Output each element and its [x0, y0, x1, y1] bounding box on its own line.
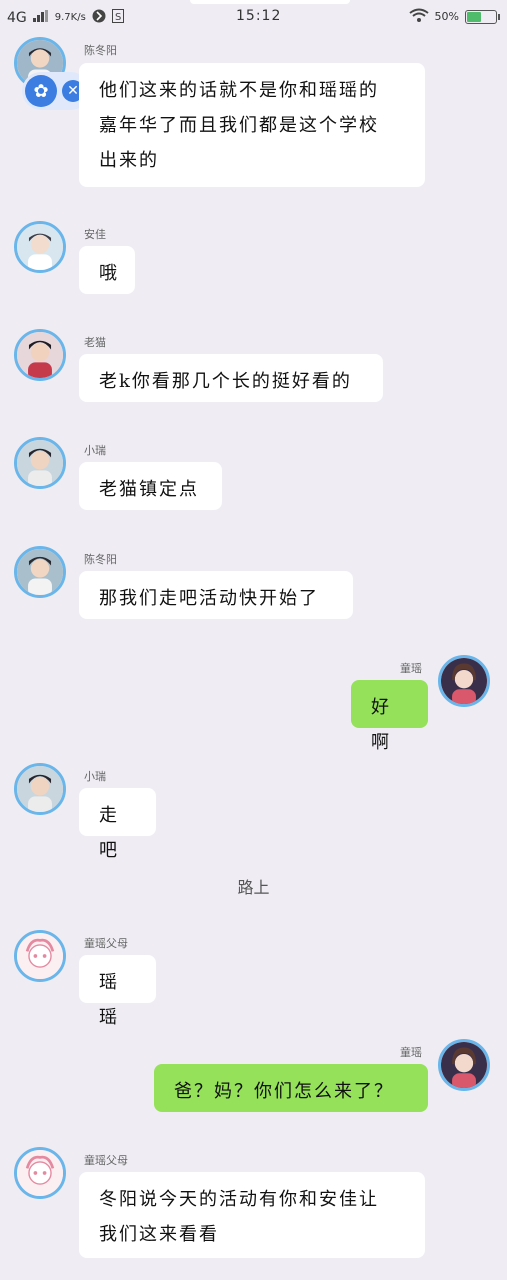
clock: 15:12: [236, 8, 282, 24]
message-line: 瑶瑶: [99, 972, 119, 1028]
avatar[interactable]: [14, 763, 66, 815]
message-bubble[interactable]: 老猫镇定点: [79, 462, 222, 510]
message-line: 老猫镇定点: [99, 479, 199, 500]
message-bubble[interactable]: 走吧: [79, 788, 156, 861]
avatar[interactable]: [438, 1039, 490, 1091]
message-line: 嘉年华了而且我们都是这个学校: [99, 115, 379, 136]
message-bubble[interactable]: 好啊: [351, 680, 428, 753]
battery-percent: 50%: [434, 10, 459, 23]
flower-icon[interactable]: ✿: [25, 75, 57, 107]
avatar[interactable]: [14, 329, 66, 381]
status-bar: 4G 9.7K/s S 15:12 50%: [0, 0, 507, 34]
avatar[interactable]: [14, 546, 66, 598]
signal-icon: [32, 10, 49, 25]
sender-name: 陈冬阳: [84, 553, 117, 566]
message-line: 他们这来的话就不是你和瑶瑶的: [99, 80, 379, 101]
network-indicator: 4G: [7, 9, 27, 26]
network-speed: 9.7K/s: [54, 12, 86, 23]
sender-name: 童瑶父母: [84, 1154, 128, 1167]
message-line: 老k你看那几个长的挺好看的: [99, 371, 352, 392]
message-line: 走吧: [99, 805, 119, 861]
message-line: 爸？妈？你们怎么来了？: [174, 1081, 394, 1102]
app-notification-icon: [92, 9, 106, 26]
message-bubble[interactable]: 老k你看那几个长的挺好看的: [79, 354, 383, 402]
message-line: 好啊: [371, 697, 391, 753]
avatar[interactable]: [438, 655, 490, 707]
sender-name: 童瑶: [400, 1046, 422, 1059]
battery-icon: [465, 9, 500, 24]
scene-separator: 路上: [237, 878, 270, 897]
message-bubble[interactable]: 那我们走吧活动快开始了: [79, 571, 353, 619]
sender-name: 陈冬阳: [84, 44, 117, 57]
message-bubble[interactable]: 爸？妈？你们怎么来了？: [154, 1064, 428, 1112]
message-line: 哦: [99, 263, 119, 284]
avatar[interactable]: [14, 1147, 66, 1199]
avatar[interactable]: [14, 221, 66, 273]
avatar[interactable]: [14, 930, 66, 982]
sender-name: 老猫: [84, 336, 106, 349]
wifi-icon: [408, 8, 429, 25]
sender-name: 小瑞: [84, 770, 106, 783]
message-bubble[interactable]: 哦: [79, 246, 135, 294]
message-bubble[interactable]: 他们这来的话就不是你和瑶瑶的 嘉年华了而且我们都是这个学校 出来的: [79, 63, 425, 187]
sender-name: 童瑶: [400, 662, 422, 675]
message-line: 出来的: [99, 150, 159, 171]
previous-bubble-edge: [190, 0, 350, 4]
message-bubble[interactable]: 冬阳说今天的活动有你和安佳让 我们这来看看: [79, 1172, 425, 1258]
svg-text:S: S: [115, 12, 121, 23]
sender-name: 小瑞: [84, 444, 106, 457]
message-line: 冬阳说今天的活动有你和安佳让: [99, 1189, 379, 1210]
message-bubble[interactable]: 瑶瑶: [79, 955, 156, 1028]
sender-name: 童瑶父母: [84, 937, 128, 950]
message-line: 我们这来看看: [99, 1224, 219, 1245]
avatar[interactable]: [14, 437, 66, 489]
message-line: 那我们走吧活动快开始了: [99, 588, 319, 609]
sender-name: 安佳: [84, 228, 106, 241]
sim-icon: S: [111, 9, 124, 26]
